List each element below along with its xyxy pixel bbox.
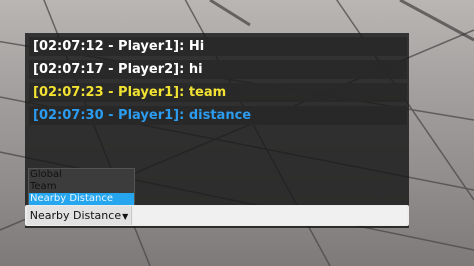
chat-message: [02:07:23 - Player1]: team: [29, 83, 407, 102]
channel-option-nearby-distance[interactable]: Nearby Distance: [29, 193, 134, 205]
chat-text-input[interactable]: [133, 206, 407, 225]
channel-option-team[interactable]: Team: [29, 181, 134, 193]
chat-message: [02:07:30 - Player1]: distance: [29, 106, 407, 125]
channel-select-label: Nearby Distance: [29, 209, 122, 222]
chat-message: [02:07:17 - Player2]: hi: [29, 60, 407, 79]
chevron-down-icon: ▼: [122, 212, 129, 221]
channel-select-button[interactable]: Nearby Distance▼: [27, 206, 132, 225]
channel-option-global[interactable]: Global: [29, 169, 134, 181]
channel-dropdown-list: Global Team Nearby Distance: [28, 168, 135, 206]
chat-input-bar: Nearby Distance▼: [25, 205, 409, 226]
chat-message: [02:07:12 - Player1]: Hi: [29, 37, 407, 56]
